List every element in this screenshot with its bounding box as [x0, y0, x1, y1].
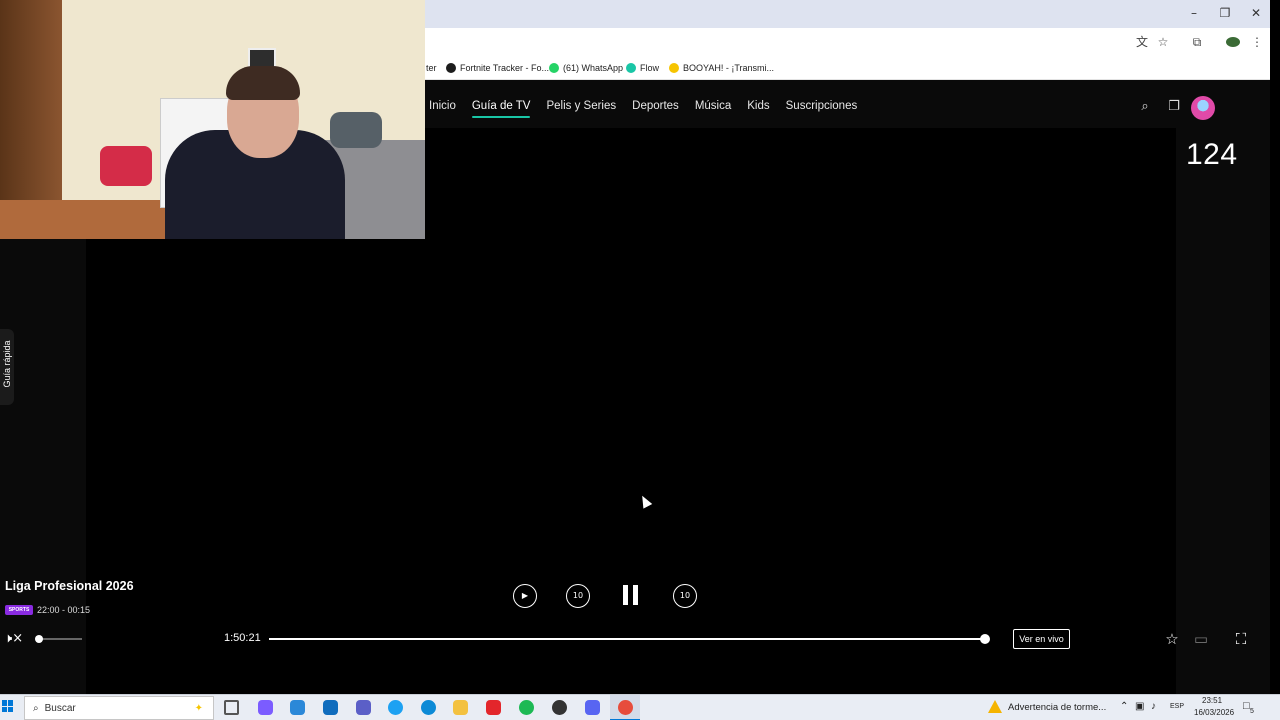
bookmark-item[interactable]: Fortnite Tracker - Fo... [446, 61, 549, 75]
teams-icon[interactable] [356, 700, 371, 715]
bookmark-list-icon[interactable]: ❐ [1165, 98, 1183, 116]
edge-icon[interactable] [421, 700, 436, 715]
search-placeholder: Buscar [44, 702, 76, 714]
bookmark-item[interactable]: BOOYAH! - ¡Transmi... [669, 61, 774, 75]
taskbar-search-box[interactable]: ⌕ Buscar ✦ [24, 696, 214, 720]
nav-suscripciones[interactable]: Suscripciones [786, 100, 858, 112]
windows-start-icon[interactable] [2, 700, 14, 712]
obs-icon[interactable] [552, 700, 567, 715]
elapsed-time: 1:50:21 [224, 632, 261, 644]
volume-slider[interactable] [38, 638, 82, 640]
quick-guide-label: Guía rápida [2, 340, 12, 388]
star-icon[interactable]: ☆ [1154, 33, 1172, 51]
discord-icon[interactable] [585, 700, 600, 715]
webcam-pillow [330, 112, 382, 148]
webcam-person-hair [226, 66, 300, 100]
clock-time[interactable]: 23:51 [1202, 696, 1222, 705]
bookmark-item[interactable]: (61) WhatsApp [549, 61, 623, 75]
copilot-icon[interactable] [258, 700, 273, 715]
store-icon[interactable] [290, 700, 305, 715]
nav-inicio[interactable]: Inicio [429, 100, 456, 112]
nav-musica[interactable]: Música [695, 100, 731, 112]
channel-logo-icon: SPORTS [5, 605, 33, 615]
tray-overflow-icon[interactable]: ⌃ [1120, 701, 1128, 712]
subtitles-icon[interactable]: ▭ [1191, 629, 1211, 649]
outlook-icon[interactable] [323, 700, 338, 715]
sparkle-icon: ✦ [194, 702, 203, 714]
minimize-button[interactable]: – [1180, 4, 1208, 22]
restart-button[interactable]: ▶ [513, 584, 537, 608]
profile-icon[interactable] [1224, 33, 1242, 51]
volume-knob[interactable] [35, 635, 43, 643]
notifications-icon[interactable]: □ [1243, 700, 1250, 712]
extensions-icon[interactable]: ⧉ [1188, 33, 1206, 51]
favorite-star-icon[interactable]: ☆ [1162, 629, 1182, 649]
speaker-icon[interactable]: ♪ [1151, 701, 1156, 712]
program-title: Liga Profesional 2026 [5, 579, 134, 593]
webcam-overlay [0, 0, 425, 239]
rewind-10-button[interactable]: 10 [566, 584, 590, 608]
nav-deportes[interactable]: Deportes [632, 100, 679, 112]
channel-number: 124 [1186, 138, 1238, 171]
language-indicator[interactable]: ESP [1170, 703, 1184, 710]
weather-alert[interactable]: Advertencia de torme... [1008, 702, 1106, 713]
program-schedule: 22:00 - 00:15 [37, 605, 91, 615]
bookmark-item[interactable]: ter [426, 61, 437, 75]
pause-button[interactable] [623, 585, 639, 605]
flow-icon [626, 63, 636, 73]
webcam-bag [100, 146, 152, 186]
spotify-icon[interactable] [519, 700, 534, 715]
restore-button[interactable]: ❐ [1211, 4, 1239, 22]
nav-pelis-series[interactable]: Pelis y Series [546, 100, 616, 112]
network-icon[interactable]: ▣ [1135, 701, 1144, 712]
nav-guia-tv[interactable]: Guía de TV [471, 100, 530, 118]
task-view-icon[interactable] [224, 700, 239, 715]
edge-beta-icon[interactable] [388, 700, 403, 715]
bookmark-item[interactable]: Flow [626, 61, 659, 75]
clock-date[interactable]: 16/03/2026 [1194, 708, 1234, 717]
close-button[interactable]: ✕ [1242, 4, 1270, 22]
live-button[interactable]: Ver en vivo [1013, 629, 1070, 649]
explorer-icon[interactable] [453, 700, 468, 715]
quick-guide-tab[interactable]: Guía rápida [0, 329, 14, 405]
search-icon[interactable]: ⌕ [1136, 98, 1154, 116]
opera-icon[interactable] [486, 700, 501, 715]
booyah-icon [669, 63, 679, 73]
chrome-icon[interactable] [618, 700, 633, 715]
seek-bar[interactable] [269, 638, 989, 640]
warning-icon[interactable] [988, 700, 1002, 713]
main-nav: Inicio Guía de TV Pelis y Series Deporte… [429, 100, 858, 118]
menu-icon[interactable]: ⋮ [1248, 33, 1266, 51]
mute-icon[interactable]: 🕨× [4, 631, 23, 646]
search-icon: ⌕ [33, 702, 39, 714]
translate-icon[interactable]: 文 [1133, 33, 1151, 51]
fullscreen-icon[interactable]: ⛶ [1231, 629, 1251, 649]
whatsapp-icon [549, 63, 559, 73]
program-info: SPORTS 22:00 - 00:15 [5, 605, 90, 615]
nav-kids[interactable]: Kids [747, 100, 769, 112]
avatar[interactable] [1191, 96, 1215, 120]
fortnite-tracker-icon [446, 63, 456, 73]
notification-count: 5 [1250, 708, 1254, 715]
forward-10-button[interactable]: 10 [673, 584, 697, 608]
windows-taskbar: ⌕ Buscar ✦ Advertencia de torme... ⌃ ▣ ♪… [0, 694, 1280, 720]
